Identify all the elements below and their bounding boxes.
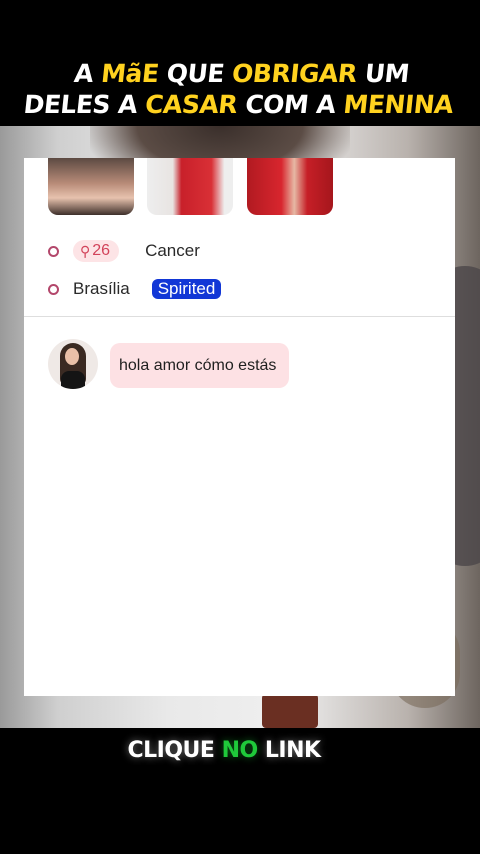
age-value: 26 [92, 242, 111, 259]
headline-word-highlight: MENINA [342, 90, 455, 119]
headline-word: QUE [157, 59, 234, 88]
avatar[interactable] [48, 339, 98, 389]
personality-tag[interactable]: Spirited [151, 279, 222, 299]
headline-word: COM A [235, 90, 346, 119]
profile-info-row: Brasília Spirited [48, 277, 222, 301]
avatar-body-shape [61, 371, 85, 389]
headline-word-highlight: MãE [99, 59, 161, 88]
headline-word-highlight: OBRIGAR [230, 59, 359, 88]
profile-card: ⚲ 26 Cancer Brasília Spirited hola amor … [24, 158, 455, 696]
bullet-icon [48, 283, 59, 295]
cta-caption: CLIQUE NO LINK [0, 738, 448, 763]
divider [24, 316, 455, 317]
headline: A MãE QUE OBRIGAR UM DELES A CASAR COM A… [0, 58, 480, 120]
headline-word-highlight: CASAR [143, 90, 239, 119]
profile-photo-thumb[interactable] [247, 158, 333, 215]
profile-photo-thumb[interactable] [48, 158, 134, 215]
cta-word: CLIQUE [127, 738, 222, 763]
city-label: Brasília [73, 279, 130, 298]
headline-word: A [72, 59, 103, 88]
search-icon: ⚲ [80, 242, 91, 259]
cta-word: LINK [257, 738, 321, 763]
background-belt-shape [262, 694, 318, 728]
chat-message-bubble: hola amor cómo estás [110, 343, 290, 388]
cta-word-highlight: NO [221, 738, 259, 763]
headline-word: UM [355, 59, 411, 88]
headline-line-2: DELES A CASAR COM A MENINA [0, 89, 480, 120]
age-badge: ⚲ 26 [73, 240, 120, 262]
headline-word: DELES A [22, 90, 147, 119]
photo-gallery [48, 158, 348, 215]
profile-photo-thumb[interactable] [147, 158, 233, 215]
bullet-icon [48, 245, 59, 257]
zodiac-sign: Cancer [145, 241, 200, 260]
avatar-face-shape [65, 348, 79, 365]
profile-info-row: ⚲ 26 Cancer [48, 239, 200, 263]
headline-line-1: A MãE QUE OBRIGAR UM [0, 58, 480, 89]
